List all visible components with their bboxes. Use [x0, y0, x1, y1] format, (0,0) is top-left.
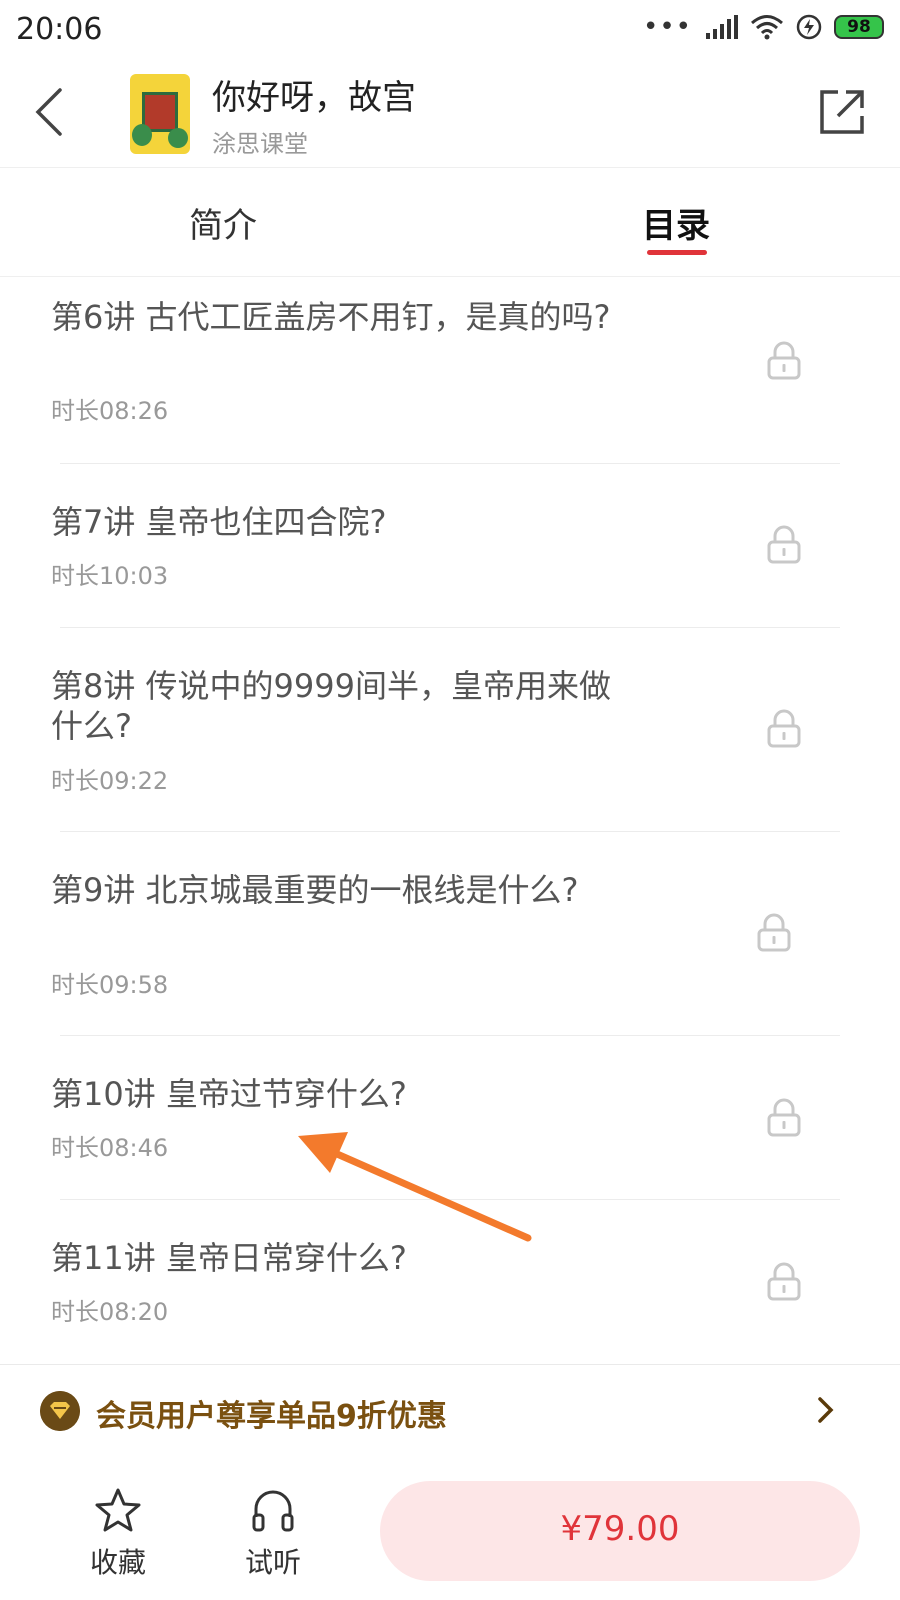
lesson-title: 第9讲 北京城最重要的一根线是什么?: [51, 871, 579, 909]
status-icons: ••• 98: [643, 14, 884, 40]
tab-bar: 简介 目录: [0, 168, 900, 277]
status-bar: 20:06 ••• 98: [0, 0, 900, 62]
list-item[interactable]: 第11讲 皇帝日常穿什么? 时长08:20: [0, 1200, 900, 1364]
tab-catalog[interactable]: 目录: [642, 198, 710, 247]
buy-button[interactable]: ¥79.00: [380, 1481, 860, 1581]
wifi-icon: [751, 15, 783, 40]
list-item[interactable]: 第10讲 皇帝过节穿什么? 时长08:46: [0, 1036, 900, 1199]
lock-icon: [767, 709, 801, 748]
status-time: 20:06: [16, 12, 103, 47]
lock-icon: [767, 1262, 801, 1301]
cover-leaf: [132, 124, 152, 146]
charging-icon: [796, 14, 822, 40]
lesson-duration: 时长09:58: [51, 971, 169, 999]
share-icon[interactable]: [816, 86, 868, 138]
member-promo-text: 会员用户尊享单品9折优惠: [96, 1399, 447, 1434]
lesson-title: 第8讲 传说中的9999间半，皇帝用来做什么?: [51, 667, 611, 745]
course-publisher: 涂思课堂: [212, 130, 308, 158]
more-dots-icon: •••: [642, 12, 692, 42]
star-icon: [95, 1488, 141, 1532]
lesson-title: 第7讲 皇帝也住四合院?: [51, 503, 387, 541]
battery-icon: 98: [834, 15, 884, 39]
lesson-title: 第11讲 皇帝日常穿什么?: [51, 1239, 407, 1277]
lesson-duration: 时长08:46: [51, 1134, 169, 1162]
course-cover-image: [130, 74, 190, 154]
back-arrow-icon[interactable]: [24, 82, 84, 142]
listen-label: 试听: [244, 1546, 301, 1579]
lesson-title: 第6讲 古代工匠盖房不用钉，是真的吗?: [51, 298, 611, 336]
header: 你好呀，故宫 涂思课堂: [0, 62, 900, 168]
chevron-right-icon: [818, 1397, 834, 1423]
favorite-button[interactable]: 收藏: [68, 1487, 168, 1581]
tab-intro[interactable]: 简介: [189, 198, 257, 247]
bottom-action-bar: 收藏 试听 ¥79.00: [0, 1457, 900, 1600]
member-promo-bar[interactable]: 会员用户尊享单品9折优惠: [0, 1364, 900, 1458]
lock-icon: [757, 913, 791, 952]
lesson-duration: 时长08:20: [51, 1298, 169, 1326]
lock-icon: [767, 341, 801, 380]
battery-level: 98: [847, 17, 871, 37]
signal-icon: [706, 15, 738, 39]
lock-icon: [767, 525, 801, 564]
list-item[interactable]: 第6讲 古代工匠盖房不用钉，是真的吗? 时长08:26: [0, 277, 900, 463]
favorite-label: 收藏: [89, 1546, 146, 1579]
course-title: 你好呀，故宫: [212, 78, 416, 118]
lock-icon: [767, 1098, 801, 1137]
lesson-title: 第10讲 皇帝过节穿什么?: [51, 1075, 407, 1113]
lesson-duration: 时长08:26: [51, 397, 169, 425]
price-label: ¥79.00: [560, 1509, 680, 1549]
list-item[interactable]: 第9讲 北京城最重要的一根线是什么? 时长09:58: [0, 832, 900, 1035]
cover-leaf: [168, 128, 188, 148]
headphones-icon: [252, 1490, 294, 1532]
preview-listen-button[interactable]: 试听: [223, 1487, 323, 1581]
lesson-duration: 时长10:03: [51, 562, 169, 590]
lesson-list: 第6讲 古代工匠盖房不用钉，是真的吗? 时长08:26 第7讲 皇帝也住四合院?…: [0, 277, 900, 1364]
list-item[interactable]: 第7讲 皇帝也住四合院? 时长10:03: [0, 464, 900, 627]
lesson-duration: 时长09:22: [51, 767, 169, 795]
list-item[interactable]: 第8讲 传说中的9999间半，皇帝用来做什么? 时长09:22: [0, 628, 900, 831]
active-tab-indicator: [647, 250, 707, 255]
member-badge-icon: [40, 1391, 80, 1431]
